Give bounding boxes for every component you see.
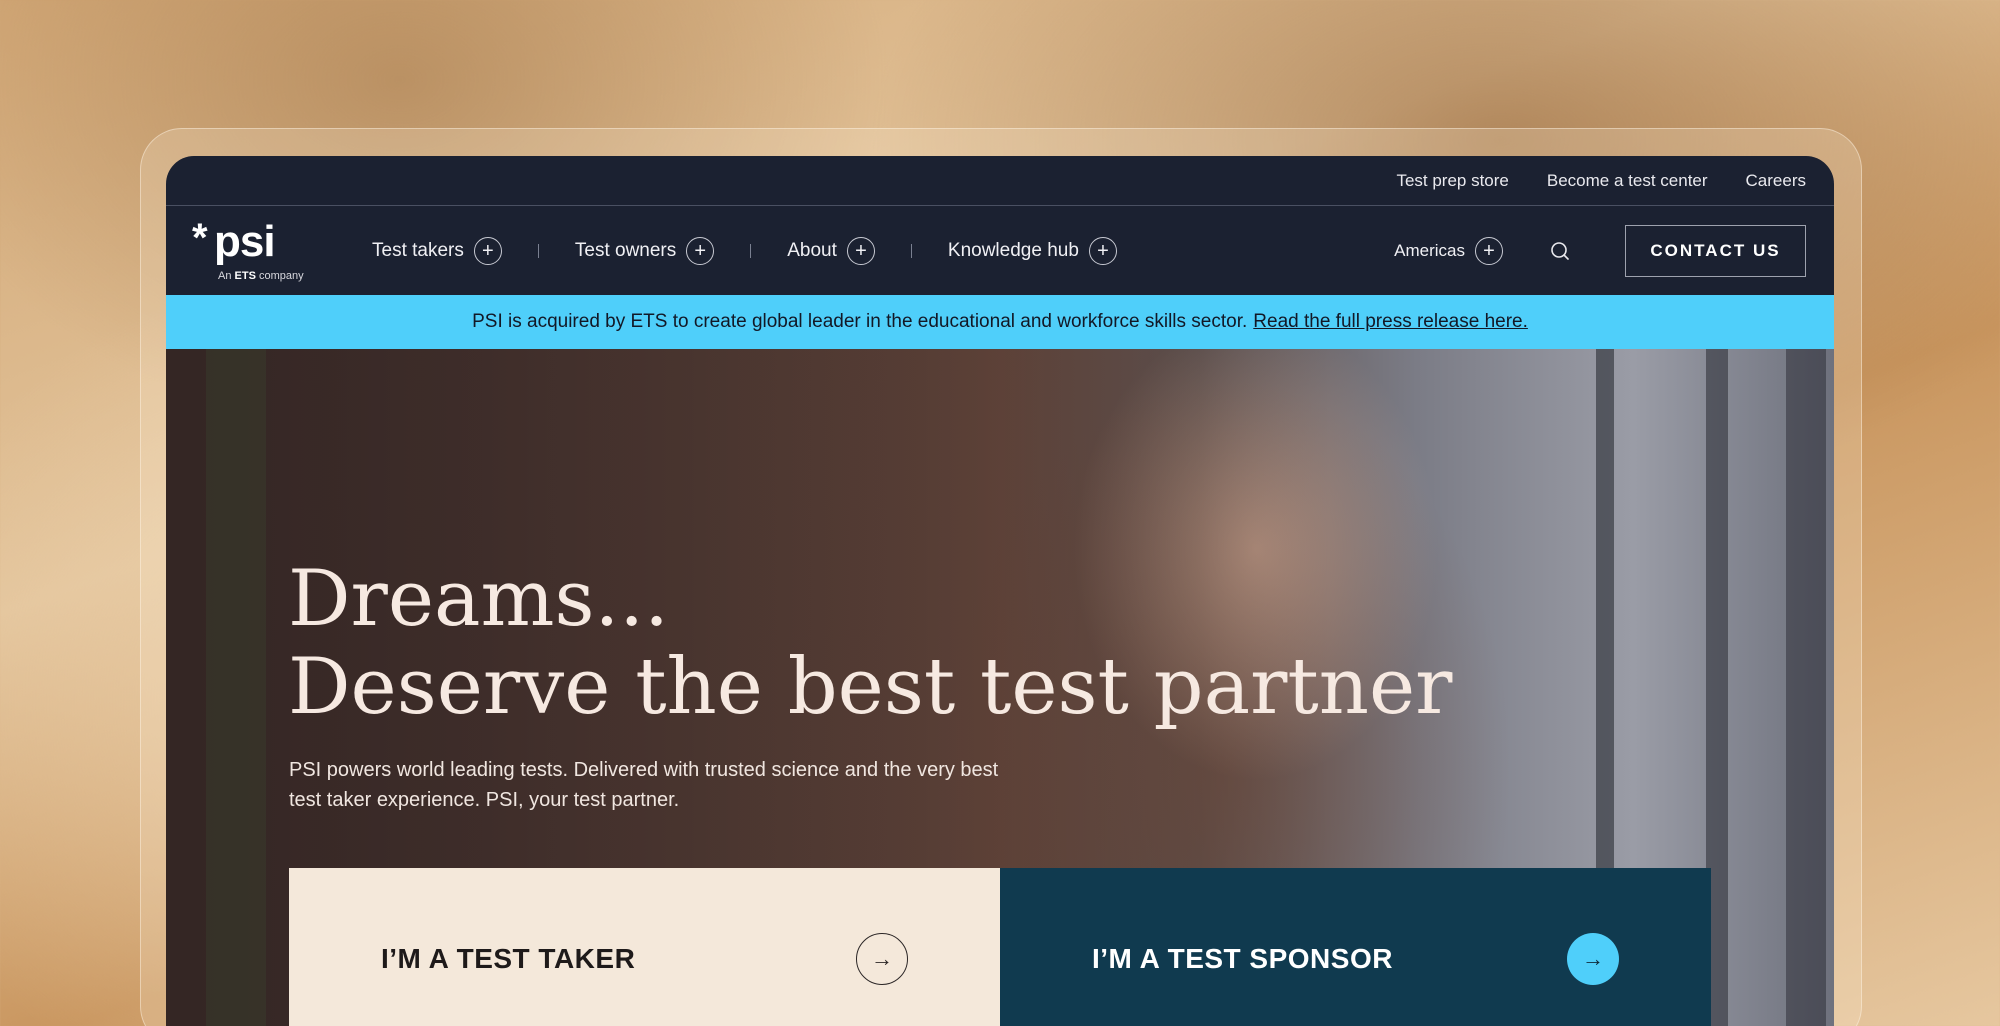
nav-item-about[interactable]: About +	[787, 236, 875, 265]
nav-item-label: Test takers	[372, 239, 464, 261]
audience-cta-row: I’M A TEST TAKER → I’M A TEST SPONSOR →	[289, 868, 1711, 1026]
test-sponsor-cta[interactable]: I’M A TEST SPONSOR →	[1000, 868, 1711, 1026]
cta-label: I’M A TEST SPONSOR	[1092, 942, 1393, 974]
logo-wordmark: psi	[214, 217, 276, 266]
nav-item-knowledge-hub[interactable]: Knowledge hub +	[947, 236, 1117, 265]
plus-icon[interactable]: +	[473, 236, 502, 265]
utility-link-careers[interactable]: Careers	[1746, 171, 1806, 191]
psi-logo[interactable]: * psi An ETS company	[192, 216, 322, 284]
plus-icon[interactable]: +	[686, 236, 715, 265]
hero-subtitle: PSI powers world leading tests. Delivere…	[289, 759, 999, 811]
cta-label: I’M A TEST TAKER	[381, 942, 636, 974]
nav-item-test-owners[interactable]: Test owners +	[574, 236, 715, 265]
hero-section: Dreams... Deserve the best test partner …	[166, 349, 1834, 1026]
region-selector[interactable]: Americas +	[1394, 236, 1503, 265]
contact-us-button[interactable]: CONTACT US	[1625, 224, 1806, 277]
asterisk-logo-mark: *	[192, 216, 208, 260]
announcement-text: PSI is acquired by ETS to create global …	[472, 311, 1248, 332]
website-window: Test prep store Become a test center Car…	[166, 156, 1834, 1026]
nav-actions: Americas + CONTACT US	[1394, 206, 1806, 295]
nav-item-label: Knowledge hub	[947, 239, 1079, 261]
logo-tagline-prefix: An	[218, 270, 232, 282]
primary-nav-items: Test takers + Test owners + About + Know…	[372, 206, 1117, 295]
arrow-right-icon[interactable]: →	[856, 932, 908, 985]
arrow-right-icon[interactable]: →	[1567, 932, 1619, 985]
nav-item-label: About	[787, 239, 837, 261]
main-nav: * psi An ETS company Test takers + Test …	[166, 206, 1834, 295]
logo-tagline-suffix: company	[259, 270, 304, 282]
plus-icon[interactable]: +	[846, 236, 875, 265]
nav-item-test-takers[interactable]: Test takers +	[372, 236, 502, 265]
logo-tagline: An ETS company	[218, 270, 304, 282]
utility-link-become-test-center[interactable]: Become a test center	[1547, 171, 1708, 191]
nav-divider	[537, 243, 539, 258]
utility-nav: Test prep store Become a test center Car…	[166, 156, 1834, 206]
hero-title: Dreams... Deserve the best test partner	[288, 555, 1452, 731]
announcement-banner: PSI is acquired by ETS to create global …	[166, 295, 1834, 349]
test-taker-cta[interactable]: I’M A TEST TAKER →	[289, 868, 1000, 1026]
plus-icon[interactable]: +	[1088, 236, 1117, 265]
press-release-link[interactable]: Read the full press release here.	[1253, 311, 1528, 333]
nav-divider	[750, 243, 752, 258]
logo-tagline-brand: ETS	[234, 270, 256, 282]
hero-title-line-1: Dreams...	[288, 554, 669, 644]
search-icon[interactable]	[1547, 238, 1573, 264]
nav-item-label: Test owners	[574, 239, 677, 261]
region-label: Americas	[1394, 240, 1465, 260]
nav-divider	[910, 243, 912, 258]
plus-icon[interactable]: +	[1475, 236, 1503, 265]
hero-title-line-2: Deserve the best test partner	[288, 642, 1453, 732]
utility-link-test-prep-store[interactable]: Test prep store	[1396, 171, 1508, 191]
